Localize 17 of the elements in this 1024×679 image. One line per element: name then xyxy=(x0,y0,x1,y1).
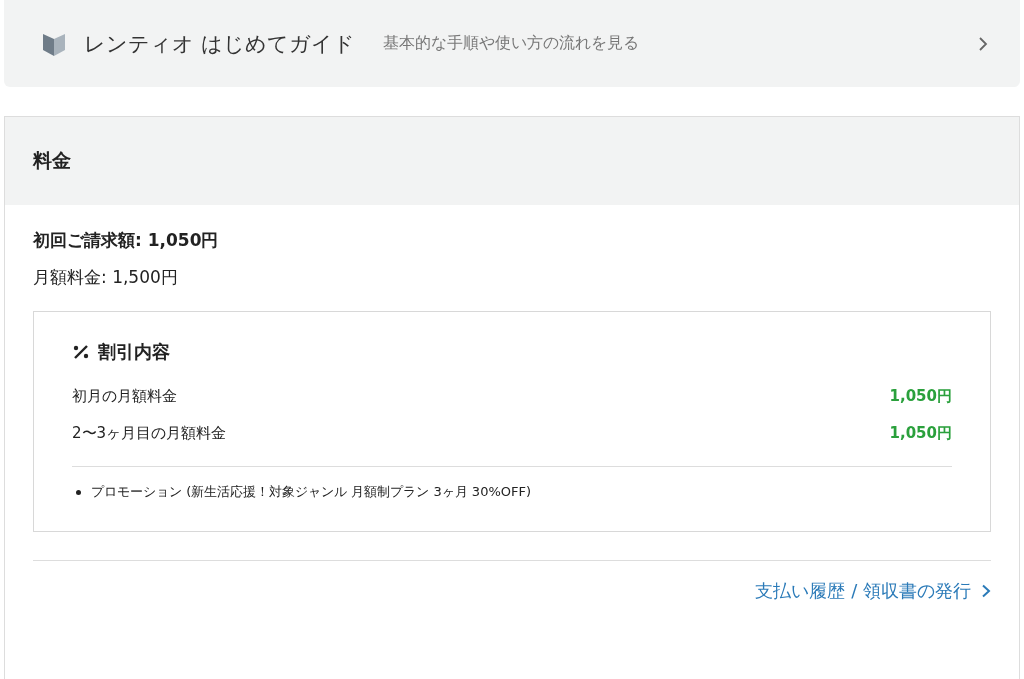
guide-banner[interactable]: レンティオ はじめてガイド 基本的な手順や使い方の流れを見る xyxy=(4,0,1020,87)
monthly-fee: 月額料金: 1,500円 xyxy=(33,266,179,289)
chevron-right-icon xyxy=(976,35,990,52)
percent-icon xyxy=(72,344,90,360)
guide-subtitle: 基本的な手順や使い方の流れを見る xyxy=(382,33,640,54)
guide-title: レンティオ はじめてガイド xyxy=(84,30,355,58)
discount-amount: 1,050円 xyxy=(889,387,952,406)
first-bill-amount: 初回ご請求額: 1,050円 xyxy=(33,229,219,252)
discount-label: 2〜3ヶ月目の月額料金 xyxy=(72,424,227,443)
panel-title: 料金 xyxy=(33,148,71,173)
bullet-icon xyxy=(76,489,81,495)
promotion-note: プロモーション (新生活応援！対象ジャンル 月額制プラン 3ヶ月 30%OFF) xyxy=(91,483,532,501)
discount-amount: 1,050円 xyxy=(889,424,952,443)
discount-title: 割引内容 xyxy=(98,340,170,364)
chevron-right-icon xyxy=(981,584,991,598)
discount-label: 初月の月額料金 xyxy=(72,387,177,406)
payment-history-link[interactable]: 支払い履歴 / 領収書の発行 xyxy=(755,579,991,603)
